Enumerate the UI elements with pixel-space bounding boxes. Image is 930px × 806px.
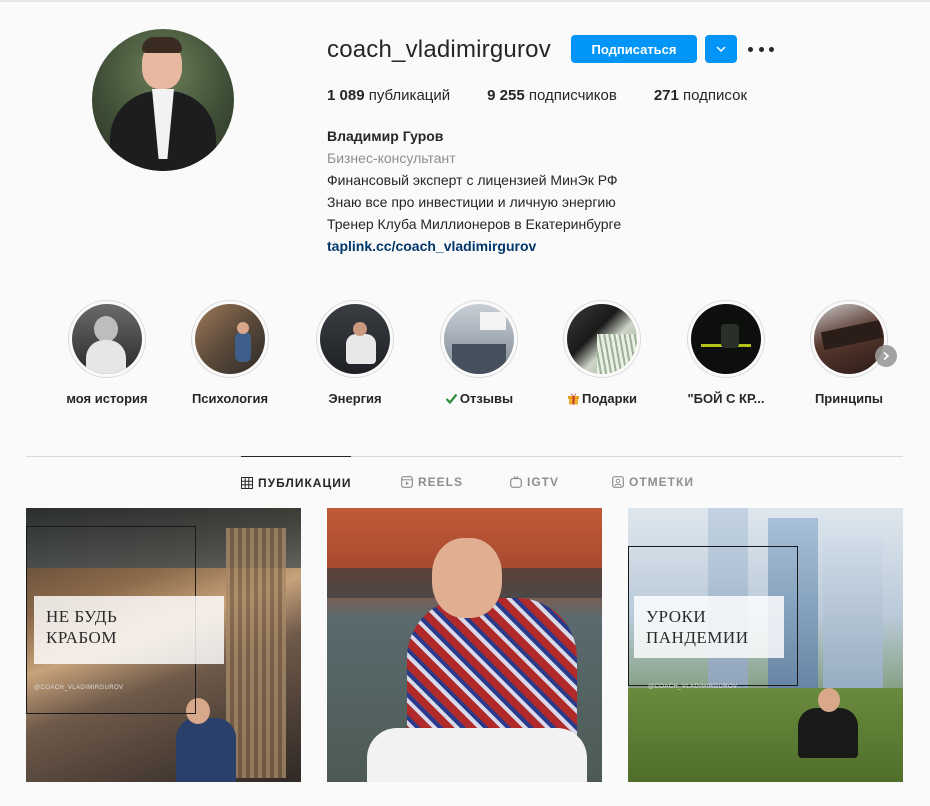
highlights-next-button[interactable]	[875, 345, 897, 367]
post-thumbnail[interactable]: УРОКИ ПАНДЕМИИ @COACH_VLADIMIRGUROV	[628, 508, 903, 782]
highlight-label-text: Отзывы	[459, 391, 514, 406]
stat-following-count: 271	[653, 87, 679, 104]
stat-posts-label: публикаций	[368, 87, 451, 104]
suggested-dropdown-button[interactable]	[705, 35, 737, 63]
options-more-icon[interactable]	[748, 40, 774, 58]
bio-full-name: Владимир Гуров	[327, 128, 444, 144]
tab-label: IGTV	[527, 475, 560, 489]
bio-line: Финансовый эксперт с лицензией МинЭк РФ	[327, 172, 618, 188]
highlight-cover-text	[820, 319, 884, 351]
stat-followers-count: 9 255	[487, 87, 525, 104]
post-caption: НЕ БУДЬ КРАБОМ	[34, 596, 224, 664]
highlight-gifts[interactable]: Подарки	[547, 300, 657, 406]
post-caption-line: НЕ БУДЬ	[46, 607, 118, 626]
bio-external-link[interactable]: taplink.cc/coach_vladimirgurov	[327, 235, 621, 257]
highlight-ring	[687, 300, 765, 378]
stat-following-label: подписок	[683, 87, 748, 104]
highlight-label: Энергия	[328, 391, 382, 406]
highlight-energy[interactable]: Энергия	[300, 300, 410, 406]
highlight-reviews[interactable]: Отзывы	[424, 300, 534, 406]
highlight-label: Отзывы	[424, 391, 534, 406]
highlight-label: Принципы	[814, 391, 884, 406]
highlight-cover	[567, 304, 637, 374]
highlight-ring	[68, 300, 146, 378]
stat-posts[interactable]: 1 089 публикаций	[327, 87, 450, 104]
tab-igtv[interactable]: IGTV	[510, 456, 559, 508]
highlight-ring	[810, 300, 888, 378]
stat-following[interactable]: 271 подписок	[654, 87, 747, 104]
follow-button[interactable]: Подписаться	[571, 35, 697, 63]
highlight-ring	[191, 300, 269, 378]
bio-line: Знаю все про инвестиции и личную энергию	[327, 194, 616, 210]
highlight-label-text: Подарки	[581, 391, 638, 406]
highlight-psychology[interactable]: Психология	[175, 300, 285, 406]
post-caption: УРОКИ ПАНДЕМИИ	[634, 596, 784, 658]
highlight-label: "БОЙ С КР...	[687, 391, 765, 406]
tab-label: ОТМЕТКИ	[629, 475, 694, 489]
stat-followers[interactable]: 9 255 подписчиков	[487, 87, 617, 104]
highlight-label: Психология	[191, 391, 269, 406]
profile-avatar[interactable]	[92, 29, 234, 171]
highlight-label: моя история	[66, 391, 148, 406]
reels-icon	[401, 476, 413, 488]
highlight-cover	[195, 304, 265, 374]
highlight-ring	[316, 300, 394, 378]
profile-username: coach_vladimirgurov	[327, 36, 551, 63]
tagged-icon	[612, 476, 624, 488]
gift-icon	[567, 393, 579, 405]
highlight-fight[interactable]: "БОЙ С КР...	[671, 300, 781, 406]
post-thumbnail[interactable]: НЕ БУДЬ КРАБОМ @COACH_VLADIMIRGUROV	[26, 508, 301, 782]
highlight-cover	[814, 304, 884, 374]
profile-bio: Владимир Гуров Бизнес-консультант Финанс…	[327, 125, 621, 257]
highlight-cover	[691, 304, 761, 374]
grid-icon	[241, 476, 253, 489]
avatar-hair	[142, 37, 182, 53]
profile-stats: 1 089 публикаций 9 255 подписчиков 271 п…	[327, 87, 784, 104]
post-caption-line: ПАНДЕМИИ	[646, 628, 749, 647]
tab-tagged[interactable]: ОТМЕТКИ	[612, 456, 694, 508]
highlight-ring	[563, 300, 641, 378]
tab-label: REELS	[418, 475, 464, 489]
highlight-label: Подарки	[547, 391, 657, 406]
tab-label: ПУБЛИКАЦИИ	[258, 475, 352, 490]
bio-category: Бизнес-консультант	[327, 150, 456, 166]
bio-line: Тренер Клуба Миллионеров в Екатеринбурге	[327, 216, 622, 232]
highlight-ring	[440, 300, 518, 378]
highlight-my-story[interactable]: моя история	[52, 300, 162, 406]
top-border	[0, 0, 930, 2]
check-mark-icon	[445, 393, 458, 405]
highlight-cover	[444, 304, 514, 374]
profile-tabs: ПУБЛИКАЦИИ REELS IGTV ОТМЕТКИ	[0, 456, 930, 508]
stat-followers-label: подписчиков	[528, 87, 617, 104]
post-watermark: @COACH_VLADIMIRGUROV	[34, 685, 124, 691]
post-thumbnail[interactable]	[327, 508, 602, 782]
post-caption-line: УРОКИ	[646, 607, 707, 626]
post-caption-line: КРАБОМ	[46, 628, 117, 647]
stat-posts-count: 1 089	[327, 87, 365, 104]
tab-posts[interactable]: ПУБЛИКАЦИИ	[241, 456, 352, 508]
tab-reels[interactable]: REELS	[401, 456, 463, 508]
chevron-down-icon	[716, 46, 726, 53]
highlight-cover	[72, 304, 142, 374]
post-watermark: @COACH_VLADIMIRGUROV	[648, 684, 738, 690]
highlight-cover	[320, 304, 390, 374]
chevron-right-icon	[883, 351, 890, 361]
igtv-icon	[510, 476, 522, 488]
